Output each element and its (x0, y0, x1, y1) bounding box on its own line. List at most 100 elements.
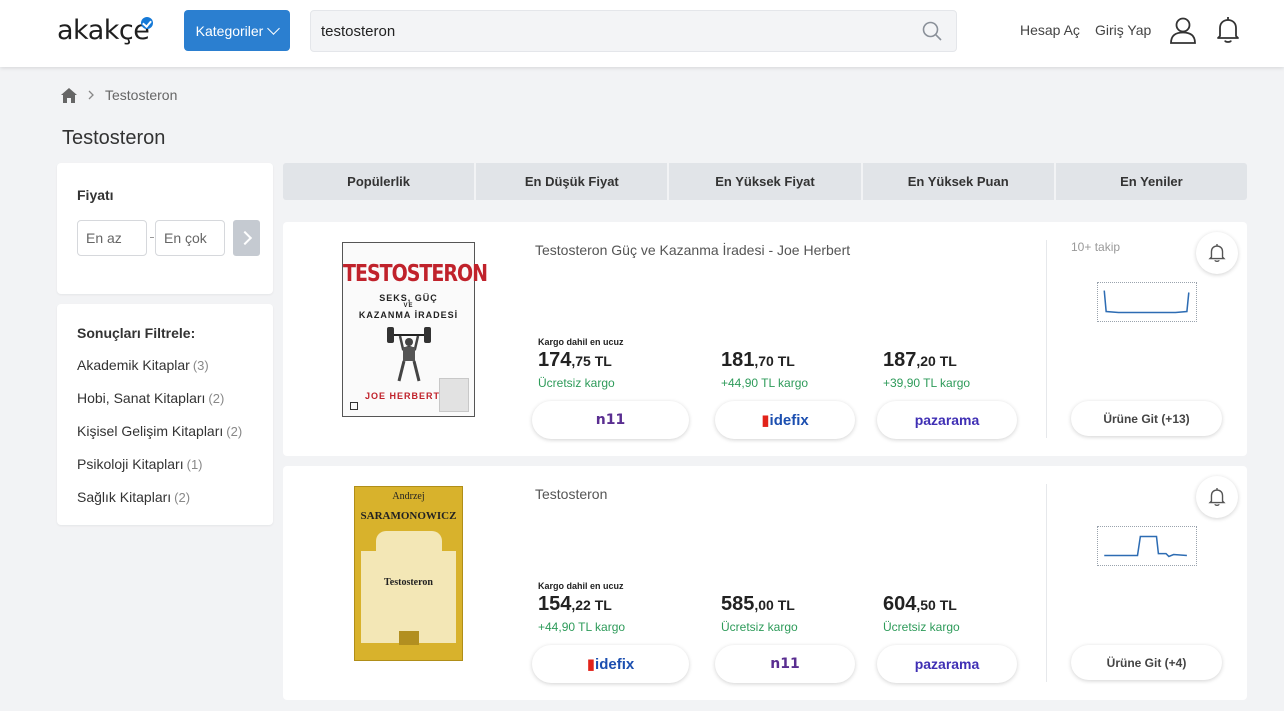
store-button-idefix[interactable]: ▮idefix (532, 645, 689, 683)
price-filter-panel: Fiyatı (57, 163, 273, 294)
price-filter-title: Fiyatı (77, 187, 114, 203)
price-alert-button[interactable] (1196, 232, 1238, 274)
product-card: TESTOSTERON SEKS, GÜÇ VE KAZANMA İRADESİ… (283, 222, 1247, 456)
filter-item-psikoloji[interactable]: Psikoloji Kitapları (1) (77, 456, 203, 472)
cheapest-label: Kargo dahil en ucuz (538, 337, 624, 347)
offer-price: 181,70 TL +44,90 TL kargo (721, 337, 808, 390)
categories-button[interactable]: Kategoriler (184, 10, 290, 51)
price-value: 187,20 TL (883, 349, 957, 371)
breadcrumb: Testosteron (61, 86, 177, 104)
filter-label: Hobi, Sanat Kitapları (77, 390, 206, 406)
cover-subtitle: KAZANMA İRADESİ (358, 310, 459, 320)
cover-author: Andrzej (392, 491, 425, 502)
price-value: 604,50 TL (883, 593, 957, 615)
sort-tab-highest-rating[interactable]: En Yüksek Puan (862, 163, 1054, 200)
max-price-input[interactable] (155, 220, 225, 256)
store-button-pazarama[interactable]: pazarama (877, 645, 1017, 683)
follow-count: 10+ takip (1071, 240, 1121, 254)
filter-label: Kişisel Gelişim Kitapları (77, 423, 224, 439)
price-value: 585,00 TL (721, 593, 795, 615)
product-title[interactable]: Testosteron (535, 486, 607, 502)
shipping-info: +39,90 TL kargo (883, 376, 971, 390)
chevron-right-icon (88, 90, 94, 100)
sort-tab-popularity[interactable]: Popülerlik (283, 163, 475, 200)
filter-count: (2) (226, 424, 243, 439)
offer-price: Kargo dahil en ucuz 154,22 TL +44,90 TL … (538, 581, 625, 634)
filter-item-kisisel-gelisim[interactable]: Kişisel Gelişim Kitapları (2) (77, 423, 242, 439)
product-card: Andrzej SARAMONOWICZ Testosteron Testost… (283, 466, 1247, 700)
n11-logo: n11 (595, 412, 626, 428)
filter-label: Sağlık Kitapları (77, 489, 172, 505)
shipping-info: +44,90 TL kargo (721, 376, 809, 390)
filter-item-akademik[interactable]: Akademik Kitaplar (3) (77, 357, 209, 373)
categories-label: Kategoriler (195, 22, 264, 39)
product-image[interactable]: TESTOSTERON SEKS, GÜÇ VE KAZANMA İRADESİ… (342, 242, 488, 417)
filter-item-hobi[interactable]: Hobi, Sanat Kitapları (2) (77, 390, 224, 406)
search-icon[interactable] (922, 21, 942, 41)
breadcrumb-current[interactable]: Testosteron (105, 87, 177, 103)
cheapest-label: Kargo dahil en ucuz (538, 581, 624, 591)
price-value: 174,75 TL (538, 349, 612, 371)
bell-icon (1208, 244, 1226, 262)
idefix-logo: ▮idefix (586, 656, 635, 673)
price-value: 181,70 TL (721, 349, 795, 371)
offer-price: 604,50 TL Ücretsiz kargo (883, 581, 960, 634)
user-icon[interactable] (1169, 16, 1197, 44)
cover-subtitle: SEKS, GÜÇ (379, 293, 438, 303)
store-button-pazarama[interactable]: pazarama (877, 401, 1017, 439)
search-box (310, 10, 957, 52)
price-history-chart[interactable] (1097, 526, 1197, 566)
cover-author: SARAMONOWICZ (360, 510, 457, 522)
cover-author: JOE HERBERT (365, 391, 441, 401)
filter-item-saglik[interactable]: Sağlık Kitapları (2) (77, 489, 190, 505)
publisher-stamp (439, 378, 469, 412)
product-title[interactable]: Testosteron Güç ve Kazanma İradesi - Joe… (535, 242, 850, 258)
bell-icon (1208, 488, 1226, 506)
pazarama-logo: pazarama (914, 656, 980, 672)
page-title: Testosteron (62, 127, 166, 149)
bell-icon[interactable] (1215, 16, 1241, 44)
shipping-info: Ücretsiz kargo (721, 620, 798, 634)
offer-price: Kargo dahil en ucuz 174,75 TL Ücretsiz k… (538, 337, 624, 390)
search-input[interactable] (321, 11, 901, 51)
chevron-down-icon (267, 21, 281, 35)
filter-count: (2) (174, 490, 191, 505)
cover-panel (361, 551, 456, 643)
product-image[interactable]: Andrzej SARAMONOWICZ Testosteron (354, 486, 463, 661)
sort-tab-lowest-price[interactable]: En Düşük Fiyat (476, 163, 668, 200)
price-apply-button[interactable] (233, 220, 260, 256)
go-to-product-button[interactable]: Ürüne Git (+4) (1071, 645, 1222, 680)
filter-title: Sonuçları Filtrele: (77, 325, 196, 341)
weightlifter-illustration (387, 327, 431, 382)
price-value: 154,22 TL (538, 593, 612, 615)
store-button-n11[interactable]: n11 (532, 401, 689, 439)
login-link[interactable]: Giriş Yap (1095, 22, 1151, 38)
min-price-input[interactable] (77, 220, 147, 256)
price-history-chart[interactable] (1097, 282, 1197, 322)
signup-link[interactable]: Hesap Aç (1020, 22, 1080, 38)
sort-tab-newest[interactable]: En Yeniler (1055, 163, 1248, 200)
publisher-logo (399, 631, 419, 645)
go-to-product-button[interactable]: Ürüne Git (+13) (1071, 401, 1222, 436)
offer-price: 585,00 TL Ücretsiz kargo (721, 581, 798, 634)
pazarama-logo: pazarama (914, 412, 980, 428)
n11-logo: n11 (770, 656, 800, 672)
shipping-info: Ücretsiz kargo (538, 376, 615, 390)
filter-label: Psikoloji Kitapları (77, 456, 184, 472)
cover-subtitle: VE (403, 303, 414, 309)
category-filter-panel: Sonuçları Filtrele: Akademik Kitaplar (3)… (57, 304, 273, 525)
shipping-info: +44,90 TL kargo (538, 620, 626, 634)
price-alert-button[interactable] (1196, 476, 1238, 518)
card-divider (1046, 240, 1047, 438)
offer-price: 187,20 TL +39,90 TL kargo (883, 337, 970, 390)
akakce-logo[interactable]: akakçe (57, 15, 154, 46)
sort-tab-highest-price[interactable]: En Yüksek Fiyat (669, 163, 861, 200)
filter-count: (2) (208, 391, 225, 406)
cover-title: Testosteron (384, 577, 433, 588)
filter-count: (1) (186, 457, 203, 472)
logo-text: akakçe (57, 15, 150, 46)
store-button-idefix[interactable]: ▮idefix (715, 401, 855, 439)
home-icon[interactable] (61, 87, 77, 103)
store-button-n11[interactable]: n11 (715, 645, 855, 683)
price-separator (150, 237, 154, 238)
